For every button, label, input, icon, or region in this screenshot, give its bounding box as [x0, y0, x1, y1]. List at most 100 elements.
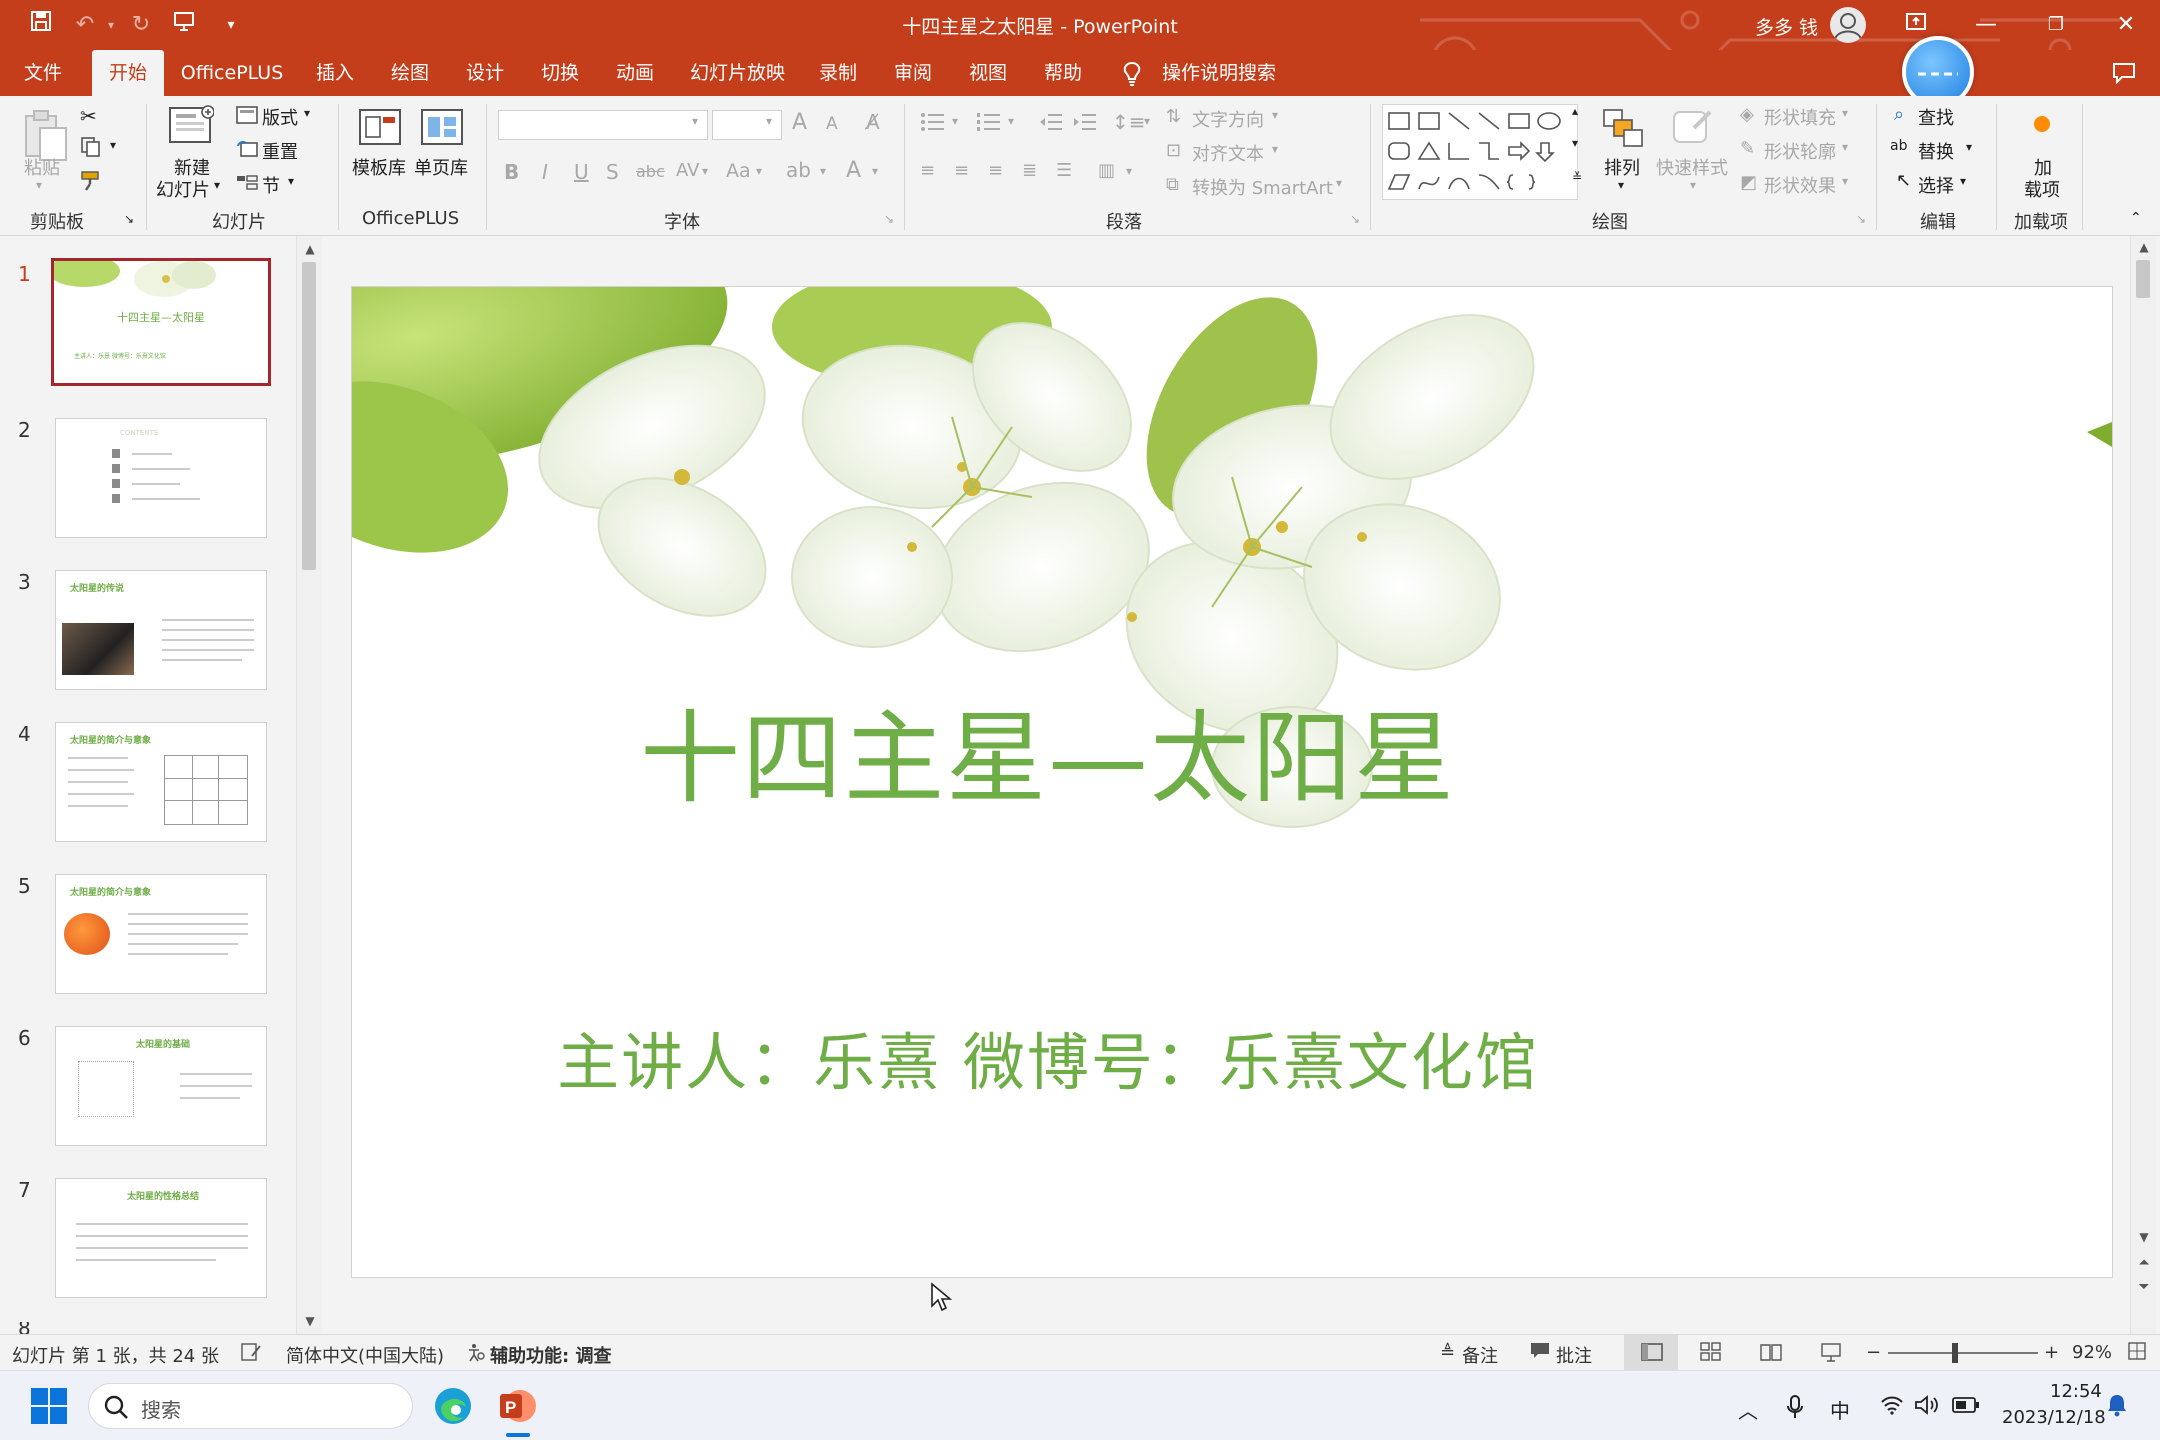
- slide-sorter-view-icon[interactable]: [1700, 1342, 1722, 1367]
- user-name[interactable]: 多多 钱: [1755, 13, 1818, 40]
- font-color-icon[interactable]: A: [846, 158, 861, 183]
- new-slide-label-2[interactable]: 幻灯片: [156, 176, 210, 202]
- arrange-button[interactable]: 排列: [1604, 154, 1640, 180]
- thumbnail-preview[interactable]: CONTENTS: [55, 418, 267, 538]
- thumbnail-slide-7[interactable]: 7 太阳星的性格总结: [0, 1178, 290, 1306]
- replace-dropdown-icon[interactable]: ▾: [1966, 140, 1972, 154]
- find-icon[interactable]: ⌕: [1894, 104, 1904, 125]
- clock-time[interactable]: 12:54: [2050, 1381, 2102, 1402]
- notes-button[interactable]: 备注: [1462, 1342, 1498, 1368]
- shape-fill-button[interactable]: 形状填充: [1764, 104, 1836, 130]
- previous-slide-icon[interactable]: ⏶: [2133, 1252, 2155, 1274]
- new-slide-icon[interactable]: [168, 104, 215, 150]
- scroll-down-icon[interactable]: ▼: [299, 1310, 321, 1332]
- zoom-in-icon[interactable]: +: [2044, 1342, 2059, 1363]
- thumbnail-scrollbar[interactable]: ▲ ▼: [296, 236, 322, 1334]
- shape-fill-dropdown-icon[interactable]: ▾: [1842, 106, 1848, 120]
- thumbnail-slide-1[interactable]: 1 十四主星—太阳星 主讲人：乐熹 微博号：乐熹文化馆: [0, 258, 290, 390]
- edge-browser-icon[interactable]: [432, 1385, 474, 1431]
- thumbnail-preview[interactable]: 太阳星的传说: [55, 570, 267, 690]
- font-name-combobox[interactable]: [498, 110, 708, 140]
- zoom-level[interactable]: 92%: [2072, 1342, 2112, 1363]
- bold-button[interactable]: B: [504, 160, 519, 184]
- new-slide-dropdown-icon[interactable]: ▾: [214, 178, 220, 192]
- grow-font-button[interactable]: A: [792, 110, 807, 135]
- collapse-ribbon-icon[interactable]: ⌃: [2130, 210, 2142, 226]
- tab-slideshow[interactable]: 幻灯片放映: [680, 50, 795, 96]
- microphone-icon[interactable]: [1786, 1395, 1804, 1424]
- quick-styles-icon[interactable]: [1670, 108, 1714, 152]
- highlight-dropdown-icon[interactable]: ▾: [820, 164, 826, 178]
- slide-canvas[interactable]: 十四主星—太阳星 主讲人：乐熹 微博号：乐熹文化馆: [352, 287, 2112, 1277]
- columns-icon[interactable]: ▥: [1098, 160, 1115, 181]
- text-direction-dropdown-icon[interactable]: ▾: [1272, 108, 1278, 122]
- select-icon[interactable]: ↖: [1896, 170, 1911, 191]
- columns-dropdown-icon[interactable]: ▾: [1126, 164, 1132, 178]
- scrollbar-thumb[interactable]: [2136, 260, 2150, 298]
- thumbnail-slide-6[interactable]: 6 太阳星的基础: [0, 1026, 290, 1154]
- slide-counter[interactable]: 幻灯片 第 1 张，共 24 张: [12, 1342, 219, 1368]
- find-button[interactable]: 查找: [1918, 104, 1954, 130]
- reset-button[interactable]: 重置: [262, 138, 298, 164]
- line-spacing-dropdown-icon[interactable]: ▾: [1144, 114, 1150, 128]
- clipboard-launcher-icon[interactable]: ↘: [124, 212, 134, 226]
- avatar[interactable]: [1830, 7, 1866, 43]
- close-icon[interactable]: ✕: [2106, 8, 2146, 42]
- smartart-icon[interactable]: ⧉: [1166, 174, 1179, 195]
- align-text-icon[interactable]: ⊡: [1166, 140, 1181, 161]
- zoom-slider-thumb[interactable]: [1952, 1343, 1958, 1363]
- text-direction-button[interactable]: 文字方向: [1192, 106, 1264, 132]
- align-right-icon[interactable]: ≡: [988, 160, 1003, 181]
- shape-outline-dropdown-icon[interactable]: ▾: [1842, 140, 1848, 154]
- cut-icon[interactable]: ✂: [80, 104, 97, 128]
- slide-scrollbar[interactable]: ▲ ▼ ⏶ ⏷: [2130, 236, 2156, 1334]
- shape-effects-icon[interactable]: ◩: [1740, 172, 1757, 193]
- clear-formatting-icon[interactable]: A̸: [866, 110, 880, 134]
- next-slide-icon[interactable]: ⏷: [2133, 1276, 2155, 1298]
- thumbnail-slide-2[interactable]: 2 CONTENTS: [0, 418, 290, 546]
- shape-outline-button[interactable]: 形状轮廓: [1764, 138, 1836, 164]
- gallery-down-icon[interactable]: ▾: [1572, 136, 1578, 150]
- scroll-down-icon[interactable]: ▼: [2133, 1226, 2155, 1248]
- shape-effects-button[interactable]: 形状效果: [1764, 172, 1836, 198]
- section-button[interactable]: 节: [262, 172, 280, 198]
- slide-title[interactable]: 十四主星—太阳星: [352, 677, 1744, 822]
- quick-styles-dropdown-icon[interactable]: ▾: [1690, 178, 1696, 192]
- scrollbar-thumb[interactable]: [302, 262, 316, 570]
- spelling-icon[interactable]: [240, 1342, 262, 1367]
- char-spacing-dropdown-icon[interactable]: ▾: [702, 164, 708, 178]
- shadow-button[interactable]: S: [606, 160, 619, 184]
- shapes-gallery[interactable]: [1382, 104, 1578, 200]
- font-name-dropdown-icon[interactable]: ▾: [692, 114, 698, 128]
- replace-button[interactable]: 替换: [1918, 138, 1954, 164]
- accessibility-status[interactable]: 辅助功能: 调查: [490, 1342, 611, 1368]
- font-color-dropdown-icon[interactable]: ▾: [872, 164, 878, 178]
- battery-icon[interactable]: [1952, 1395, 1980, 1419]
- reset-icon[interactable]: [236, 140, 258, 163]
- section-dropdown-icon[interactable]: ▾: [288, 174, 294, 188]
- show-hidden-icons-icon[interactable]: ︿: [1738, 1395, 1758, 1424]
- numbering-dropdown-icon[interactable]: ▾: [1008, 114, 1014, 128]
- tab-file[interactable]: 文件: [10, 50, 76, 96]
- strikethrough-button[interactable]: abc: [636, 162, 665, 181]
- scroll-up-icon[interactable]: ▲: [299, 238, 321, 260]
- distributed-icon[interactable]: ☰: [1056, 160, 1072, 181]
- addins-icon[interactable]: [2034, 116, 2050, 132]
- convert-smartart-button[interactable]: 转换为 SmartArt: [1192, 174, 1333, 200]
- quick-styles-button[interactable]: 快速样式: [1656, 154, 1728, 180]
- volume-icon[interactable]: [1914, 1395, 1940, 1420]
- increase-indent-icon[interactable]: [1072, 112, 1098, 137]
- minimize-icon[interactable]: —: [1966, 8, 2006, 42]
- gallery-more-icon[interactable]: ≚: [1572, 170, 1582, 184]
- single-page-library-icon[interactable]: [420, 108, 464, 150]
- font-launcher-icon[interactable]: ↘: [884, 212, 894, 226]
- slideshow-view-icon[interactable]: [1820, 1342, 1842, 1367]
- change-case-button[interactable]: Aa: [726, 160, 751, 182]
- bullets-dropdown-icon[interactable]: ▾: [952, 114, 958, 128]
- zoom-out-icon[interactable]: −: [1866, 1342, 1881, 1363]
- normal-view-button[interactable]: [1624, 1335, 1678, 1370]
- notes-icon[interactable]: ≜: [1440, 1342, 1455, 1363]
- decrease-indent-icon[interactable]: [1038, 112, 1064, 137]
- align-center-icon[interactable]: ≡: [954, 160, 969, 181]
- shape-effects-dropdown-icon[interactable]: ▾: [1842, 174, 1848, 188]
